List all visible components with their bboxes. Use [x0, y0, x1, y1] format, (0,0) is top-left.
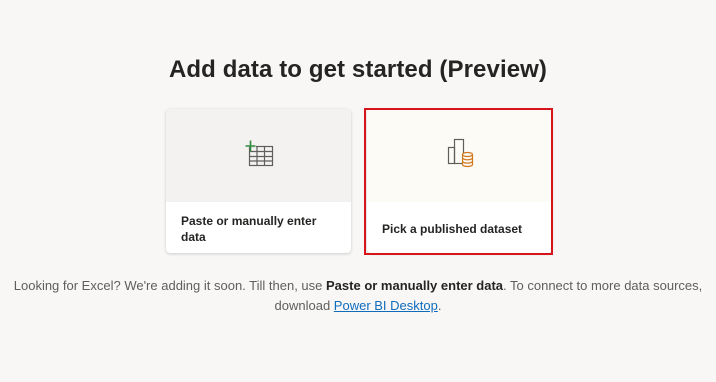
info-suffix: . — [437, 298, 442, 313]
info-emphasis: Paste or manually enter data — [326, 278, 504, 293]
info-prefix: Looking for Excel? We're adding it soon.… — [13, 278, 327, 293]
paste-data-card-icon-area — [166, 109, 351, 202]
pick-dataset-card-label: Pick a published dataset — [382, 222, 523, 236]
paste-data-card-label: Paste or manually enter data — [181, 214, 317, 244]
power-bi-desktop-link[interactable]: Power BI Desktop — [334, 298, 438, 313]
table-add-icon — [244, 138, 274, 173]
info-message: Looking for Excel? We're adding it soon.… — [0, 276, 716, 316]
paste-data-card[interactable]: Paste or manually enter data — [166, 109, 351, 253]
dataset-icon — [444, 136, 476, 175]
page-title: Add data to get started (Preview) — [168, 56, 548, 83]
pick-dataset-card[interactable]: Pick a published dataset — [367, 109, 552, 253]
pick-dataset-card-icon-area — [367, 109, 552, 202]
